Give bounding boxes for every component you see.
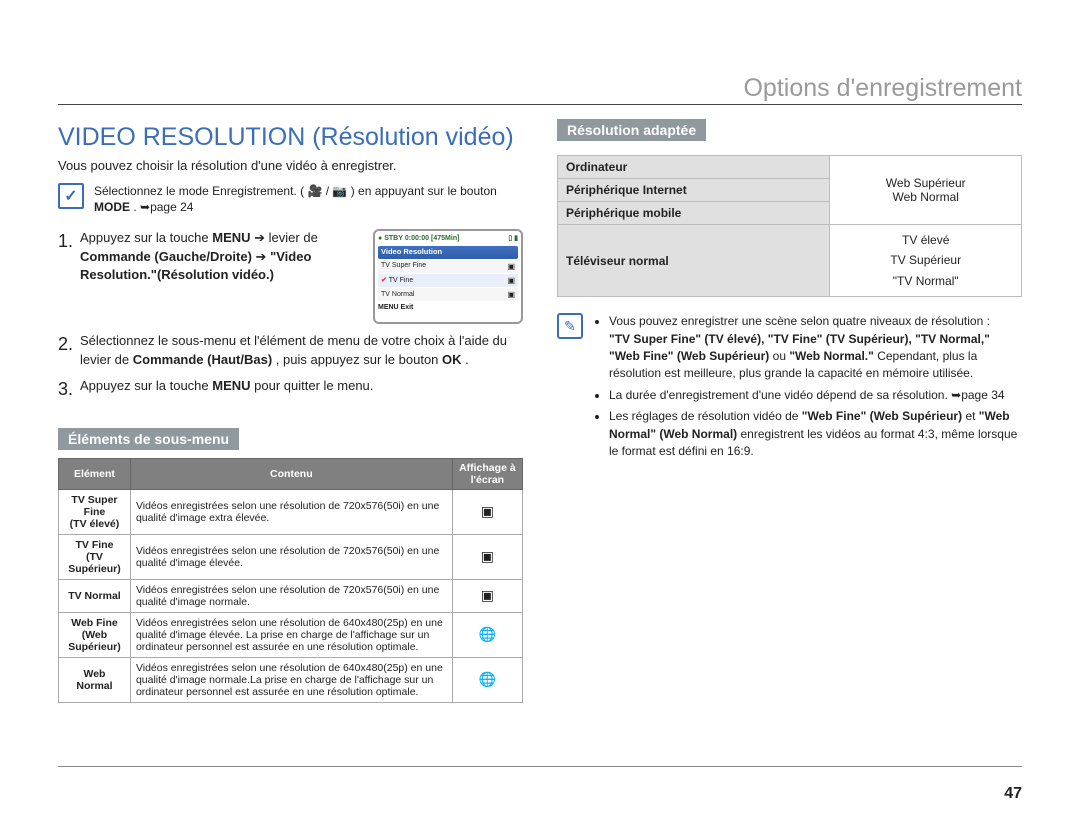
note-3: Les réglages de résolution vidéo de "Web… [609,408,1022,460]
note-1: Vous pouvez enregistrer une scène selon … [609,313,1022,383]
intro-text: Vous pouvez choisir la résolution d'une … [58,158,523,173]
suit-k-1: Périphérique Internet [558,179,830,202]
lcd-check-icon: ✔ [381,277,387,284]
cell-name-4: Web Normal [59,657,131,702]
note-3-c: et [965,409,978,423]
step-1-b: ➔ levier de [254,230,318,245]
suit-v-3b: TV Supérieur [890,253,961,267]
th-element: Elément [59,458,131,489]
battery-icon: ▯ ▮ [508,234,518,244]
suit-k-3: Téléviseur normal [558,225,830,297]
tip-page: . ➥page 24 [133,200,193,214]
note-1-or: ou [773,349,790,363]
table-row: Web NormalVidéos enregistrées selon une … [59,657,523,702]
suitable-heading: Résolution adaptée [557,119,706,141]
suitable-table: OrdinateurWeb SupérieurWeb Normal Périph… [557,155,1022,297]
table-row: TV NormalVidéos enregistrées selon une r… [59,579,523,612]
tip-text-a: Sélectionnez le mode Enregistrement. ( [94,184,304,198]
cell-icon-2: ▣ [452,579,522,612]
table-row: OrdinateurWeb SupérieurWeb Normal [558,156,1022,179]
cell-icon-0: ▣ [452,489,522,534]
th-display: Affichage à l'écran [452,458,522,489]
lcd-icon-sf: ▣ [507,261,515,272]
cell-desc-3: Vidéos enregistrées selon une résolution… [130,612,452,657]
cell-icon-3: 🌐 [452,612,522,657]
step-3-number: 3. [58,377,80,402]
note-2: La durée d'enregistrement d'une vidéo dé… [609,387,1022,404]
lcd-exit: MENU Exit [378,304,413,311]
lcd-stby: STBY [384,234,403,244]
cell-icon-4: 🌐 [452,657,522,702]
step-1-number: 1. [58,229,80,324]
notes-box: ✎ Vous pouvez enregistrer une scène selo… [557,313,1022,464]
lcd-menu-title: Video Resolution [381,247,442,256]
table-row: Web Fine(Web Supérieur)Vidéos enregistré… [59,612,523,657]
step-3-a: Appuyez sur la touche [80,378,212,393]
suit-v-3a: TV élevé [902,233,949,247]
table-row: Téléviseur normal TV élevé TV Supérieur "TV… [558,225,1022,297]
cell-name-1: TV Fine(TV Supérieur) [59,534,131,579]
lcd-item-1: TV Fine [389,277,414,284]
suit-k-2: Périphérique mobile [558,202,830,225]
step-2-cmd: Commande (Haut/Bas) [133,352,272,367]
step-2-b: , puis appuyez sur le bouton [276,352,442,367]
page-title: VIDEO RESOLUTION (Résolution vidéo) [58,123,523,152]
suit-k-0: Ordinateur [558,156,830,179]
check-icon: ✓ [58,183,84,209]
lcd-icon-f: ▣ [507,275,515,286]
step-1-menu: MENU [212,230,250,245]
rule-top [58,104,1022,105]
submenu-table: Elément Contenu Affichage à l'écran TV S… [58,458,523,703]
note-icon: ✎ [557,313,583,339]
cell-icon-1: ▣ [452,534,522,579]
cell-name-2: TV Normal [59,579,131,612]
step-3-menu: MENU [212,378,250,393]
submenu-heading: Éléments de sous-menu [58,428,239,450]
cell-desc-4: Vidéos enregistrées selon une résolution… [130,657,452,702]
step-1-a: Appuyez sur la touche [80,230,212,245]
suit-v-1: Web Normal [892,190,958,204]
step-2-ok: OK [442,352,462,367]
cell-desc-0: Vidéos enregistrées selon une résolution… [130,489,452,534]
lcd-item-2: TV Normal [381,290,414,300]
video-icon: 🎥 [307,184,322,198]
step-3-b: pour quitter le menu. [254,378,373,393]
note-1-last: "Web Normal." [789,349,874,363]
lcd-time: 0:00:00 [405,234,429,244]
breadcrumb: Options d'enregistrement [743,74,1022,103]
table-row: TV Super Fine(TV élevé)Vidéos enregistré… [59,489,523,534]
cell-name-0: TV Super Fine(TV élevé) [59,489,131,534]
lcd-rec-icon: ● [378,234,382,244]
cell-desc-1: Vidéos enregistrées selon une résolution… [130,534,452,579]
note-3-a: Les réglages de résolution vidéo de [609,409,802,423]
tip-text-b: ) en appuyant sur le bouton [351,184,497,198]
lcd-item-0: TV Super Fine [381,261,426,271]
lcd-icon-n: ▣ [507,289,515,300]
step-1-lever: Commande (Gauche/Droite) [80,249,252,264]
suit-v-0: Web Supérieur [886,176,966,190]
table-row: TV Fine(TV Supérieur)Vidéos enregistrées… [59,534,523,579]
page-number: 47 [1004,785,1022,803]
note-3-b: "Web Fine" (Web Supérieur) [802,409,962,423]
step-2-number: 2. [58,332,80,368]
rule-bottom [58,766,1022,767]
note-1-lead: Vous pouvez enregistrer une scène selon … [609,314,990,328]
lcd-remain: [475Min] [431,234,459,244]
th-content: Contenu [130,458,452,489]
suit-v-3c: "TV Normal" [893,274,959,288]
step-1-c: ➔ [256,249,271,264]
cell-name-3: Web Fine(Web Supérieur) [59,612,131,657]
tip-mode: MODE [94,200,130,214]
camera-icon: 📷 [332,184,347,198]
lcd-preview: ● STBY 0:00:00 [475Min] ▯ ▮ Video Resolu… [373,229,523,324]
cell-desc-2: Vidéos enregistrées selon une résolution… [130,579,452,612]
mode-tip: ✓ Sélectionnez le mode Enregistrement. (… [58,183,523,215]
step-2-c: . [465,352,469,367]
